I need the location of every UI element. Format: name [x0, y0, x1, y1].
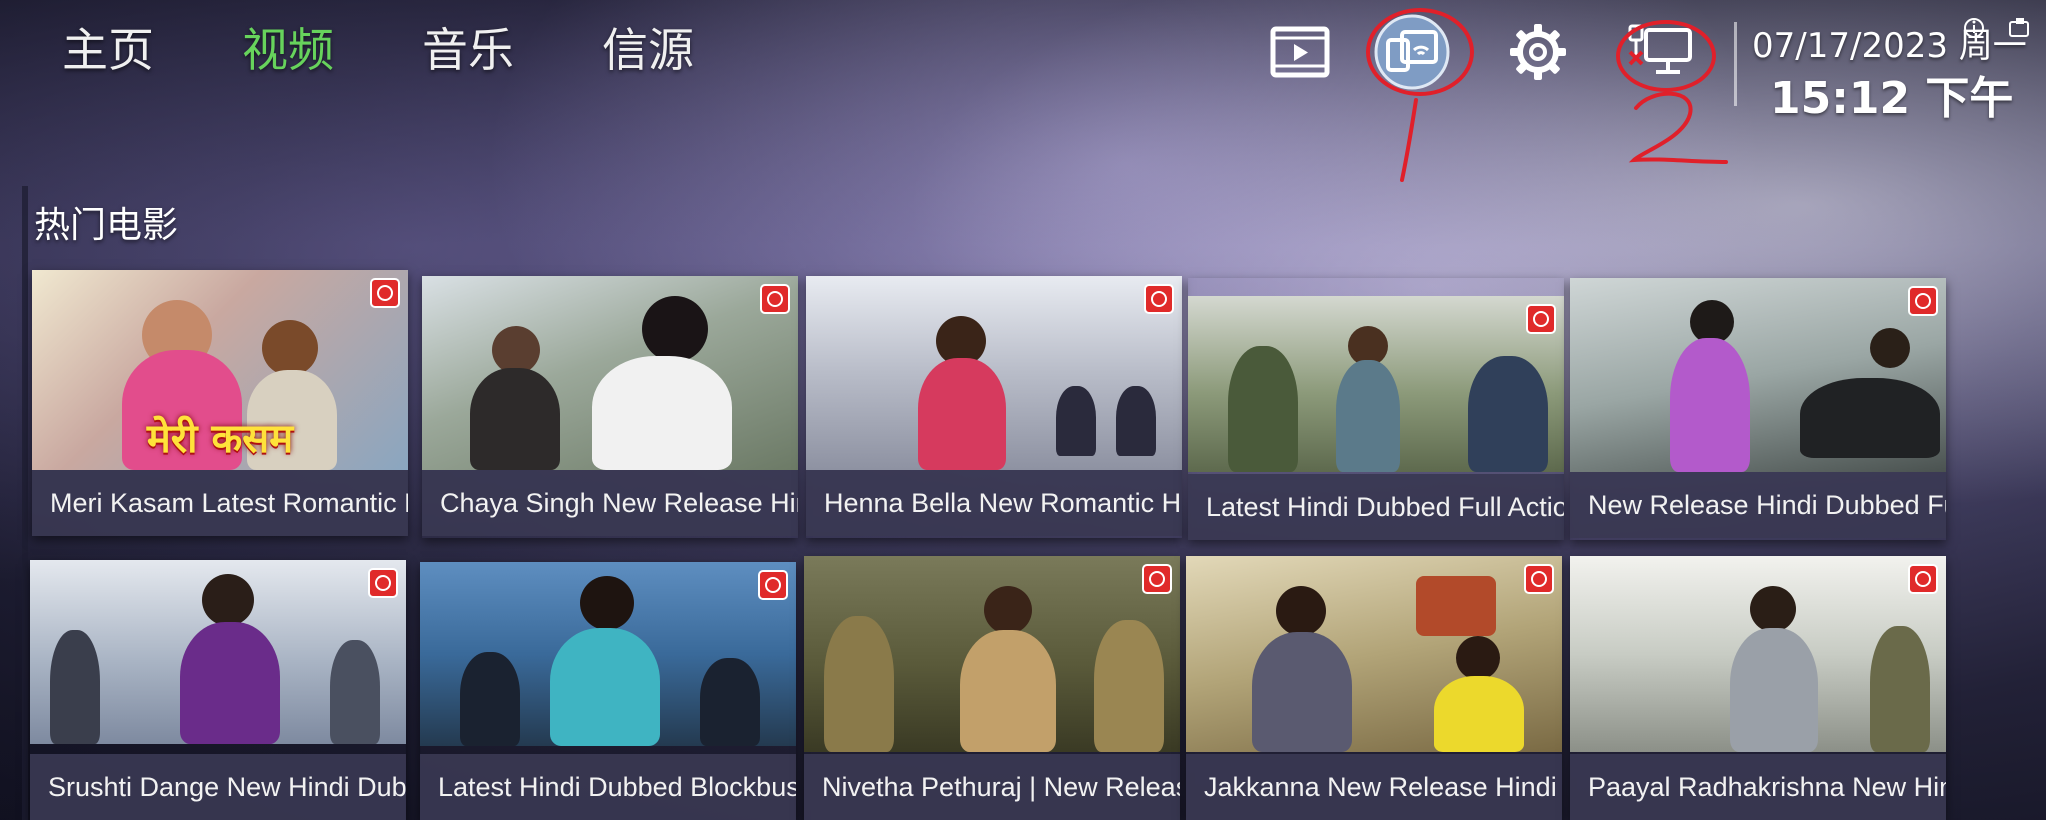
- clock-divider: [1734, 22, 1737, 106]
- movie-title: New Release Hindi Dubbed Ful: [1588, 489, 1946, 520]
- movie-poster-title: मेरी कसम: [146, 416, 294, 462]
- channel-badge-icon: [760, 284, 790, 314]
- movie-card[interactable]: Latest Hindi Dubbed Full Actio: [1188, 278, 1564, 540]
- annotation-circle-2: [1616, 20, 1716, 92]
- movie-card[interactable]: Henna Bella New Romantic Hir: [806, 276, 1182, 538]
- movie-title-bar: Henna Bella New Romantic Hir: [806, 470, 1182, 536]
- movie-thumbnail: [806, 276, 1182, 470]
- time-text: 15:12 下午: [1770, 73, 2014, 124]
- channel-badge-icon: [368, 568, 398, 598]
- annotation-number-2: [1628, 91, 1728, 164]
- info-icon: [1964, 18, 2029, 38]
- movie-title-bar: Jakkanna New Release Hindi D: [1186, 754, 1562, 820]
- channel-badge-icon: [1144, 284, 1174, 314]
- channel-badge-icon: [1526, 304, 1556, 334]
- movie-title: Henna Bella New Romantic Hir: [824, 487, 1182, 518]
- section-left-edge: [22, 186, 28, 820]
- tab-source[interactable]: 信源: [602, 14, 694, 80]
- channel-badge-icon: [370, 278, 400, 308]
- tab-music[interactable]: 音乐: [422, 14, 514, 80]
- movie-card[interactable]: New Release Hindi Dubbed Ful: [1570, 278, 1946, 540]
- movie-title: Nivetha Pethuraj | New Releas: [822, 771, 1180, 802]
- tab-home[interactable]: 主页: [62, 14, 154, 80]
- main-nav: 主页 视频 音乐 信源: [62, 14, 782, 80]
- channel-badge-icon: [758, 570, 788, 600]
- movie-title-bar: Nivetha Pethuraj | New Releas: [804, 754, 1180, 820]
- movie-thumbnail: मेरी कसम: [32, 270, 408, 470]
- movie-thumbnail: [804, 556, 1180, 752]
- movie-title-bar: Latest Hindi Dubbed Full Actio: [1188, 474, 1564, 540]
- movie-thumbnail: [30, 560, 406, 744]
- movie-thumbnail: [1186, 556, 1562, 752]
- movie-title-bar: New Release Hindi Dubbed Ful: [1570, 472, 1946, 538]
- movie-title-bar: Chaya Singh New Release Hinc: [422, 470, 798, 536]
- movie-thumbnail: [1188, 296, 1564, 472]
- tab-video[interactable]: 视频: [242, 14, 334, 80]
- movie-card[interactable]: Chaya Singh New Release Hinc: [422, 276, 798, 538]
- movie-card[interactable]: Nivetha Pethuraj | New Releas: [804, 556, 1180, 820]
- movie-title: Chaya Singh New Release Hinc: [440, 487, 798, 518]
- movie-card[interactable]: Srushti Dange New Hindi Dubb: [30, 560, 406, 820]
- movie-thumbnail: [1570, 556, 1946, 752]
- movie-title-bar: Latest Hindi Dubbed Blockbus: [420, 754, 796, 820]
- movie-thumbnail: [422, 276, 798, 470]
- movie-title: Meri Kasam Latest Romantic F: [50, 487, 408, 518]
- movie-title-bar: Paayal Radhakrishna New Hinc: [1570, 754, 1946, 820]
- movie-title-bar: Srushti Dange New Hindi Dubb: [30, 754, 406, 820]
- movie-thumbnail: [1570, 278, 1946, 472]
- channel-badge-icon: [1142, 564, 1172, 594]
- movie-title: Latest Hindi Dubbed Full Actio: [1206, 491, 1564, 522]
- channel-badge-icon: [1908, 286, 1938, 316]
- movie-card[interactable]: मेरी कसम Meri Kasam Latest Romantic F: [32, 270, 408, 536]
- annotation-circle-1: [1366, 8, 1474, 96]
- channel-badge-icon: [1908, 564, 1938, 594]
- video-player-icon[interactable]: [1270, 24, 1330, 84]
- section-title: 热门电影: [34, 205, 179, 246]
- movie-title: Latest Hindi Dubbed Blockbus: [438, 771, 796, 802]
- channel-badge-icon: [1524, 564, 1554, 594]
- corner-status-icons: [1964, 16, 2034, 48]
- movie-card[interactable]: Latest Hindi Dubbed Blockbus: [420, 562, 796, 820]
- movie-title: Paayal Radhakrishna New Hinc: [1588, 771, 1946, 802]
- annotation-stroke-1: [1400, 98, 1418, 182]
- movie-thumbnail: [420, 562, 796, 746]
- settings-gear-icon[interactable]: [1508, 22, 1568, 86]
- movie-title-bar: Meri Kasam Latest Romantic F: [32, 470, 408, 536]
- movie-title: Jakkanna New Release Hindi D: [1204, 771, 1562, 802]
- movie-title: Srushti Dange New Hindi Dubb: [48, 771, 406, 802]
- movie-card[interactable]: Paayal Radhakrishna New Hinc: [1570, 556, 1946, 820]
- movie-card[interactable]: Jakkanna New Release Hindi D: [1186, 556, 1562, 820]
